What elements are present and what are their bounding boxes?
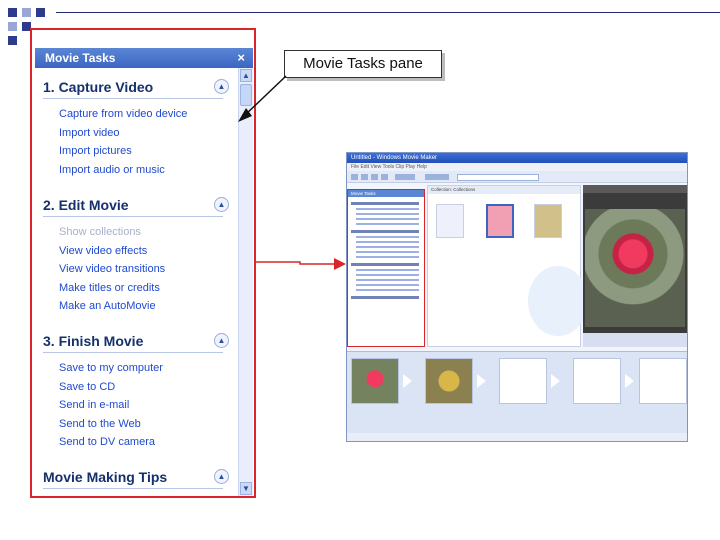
storyboard-frame[interactable] — [639, 358, 687, 404]
mini-pane-title: Movie Tasks — [348, 190, 424, 197]
storyboard-frame[interactable] — [425, 358, 473, 404]
collection-header: Collection: Collections — [428, 186, 580, 194]
app-toolbar — [347, 171, 687, 183]
mini-movie-tasks-pane: Movie Tasks — [347, 189, 425, 347]
collection-item-image2[interactable] — [534, 204, 562, 238]
storyboard — [347, 351, 687, 433]
movie-maker-window-screenshot: Untitled - Windows Movie Maker File Edit… — [346, 152, 688, 442]
app-title-bar: Untitled - Windows Movie Maker — [347, 153, 687, 163]
collection-item-image1[interactable] — [486, 204, 514, 238]
storyboard-frame[interactable] — [351, 358, 399, 404]
app-menu-bar: File Edit View Tools Clip Play Help — [347, 163, 687, 171]
storyboard-frame[interactable] — [499, 358, 547, 404]
collections-area: Collection: Collections — [427, 185, 588, 347]
monitor-controls[interactable] — [583, 333, 687, 347]
collection-item-audio[interactable] — [436, 204, 464, 238]
preview-monitor — [583, 185, 687, 347]
status-bar — [347, 433, 687, 441]
preview-image — [585, 209, 685, 327]
monitor-title — [583, 185, 687, 193]
storyboard-frame[interactable] — [573, 358, 621, 404]
